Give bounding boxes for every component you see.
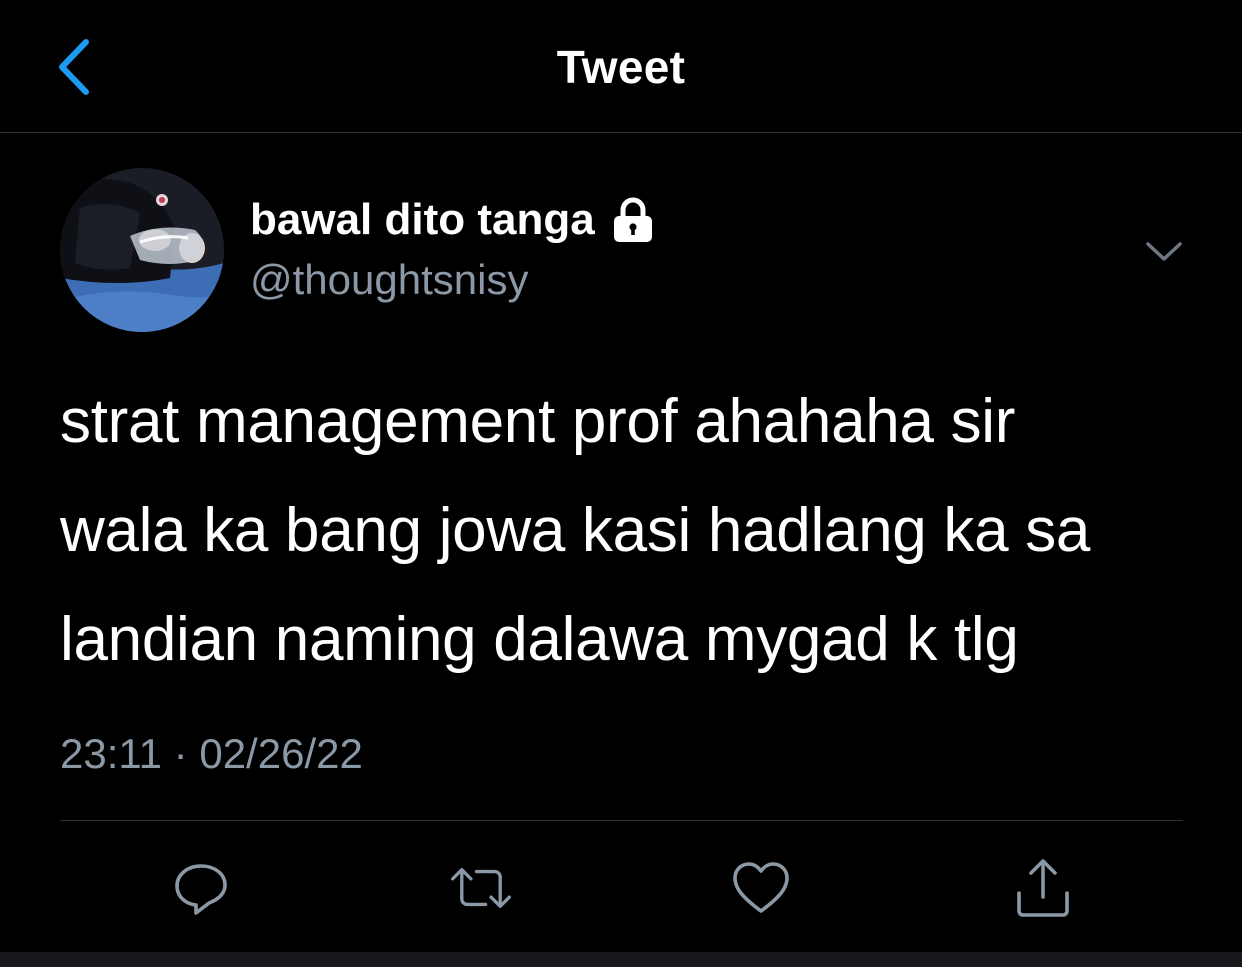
navigation-header: Tweet	[0, 0, 1242, 133]
tweet-text-line: wala ka bang jowa kasi hadlang ka sa	[60, 496, 1091, 565]
tweet-text-line: strat management prof ahahaha sir	[60, 387, 1016, 456]
like-button[interactable]	[729, 856, 793, 920]
chevron-down-icon	[1146, 242, 1182, 261]
tweet-timestamp: 23:11 · 02/26/22	[60, 730, 363, 778]
share-button[interactable]	[1011, 856, 1075, 920]
avatar-image	[60, 168, 224, 332]
divider	[60, 820, 1183, 821]
page-title: Tweet	[556, 41, 686, 93]
tweet-text: strat management prof ahahaha sir wala k…	[60, 367, 1180, 694]
retweet-button[interactable]	[449, 856, 513, 920]
author-name-row[interactable]: bawal dito tanga	[250, 195, 655, 245]
lock-icon	[613, 197, 652, 242]
more-options-button[interactable]	[1140, 232, 1188, 272]
bottom-bar	[0, 952, 1242, 967]
tweet-date: 02/26/22	[199, 730, 363, 777]
tweet-time: 23:11	[60, 730, 162, 777]
tweet-detail-screen: Tweet bawal dito tanga @thoughtsnisy str…	[0, 0, 1242, 967]
reply-icon	[175, 864, 227, 915]
meta-separator: ·	[173, 730, 188, 777]
share-icon	[1017, 859, 1069, 917]
avatar[interactable]	[60, 168, 224, 332]
tweet-text-line: landian naming dalawa mygad k tlg	[60, 605, 1019, 674]
reply-button[interactable]	[169, 856, 233, 920]
display-name[interactable]: bawal dito tanga	[250, 195, 595, 245]
user-handle[interactable]: @thoughtsnisy	[250, 256, 528, 304]
retweet-icon	[451, 868, 511, 908]
heart-icon	[733, 862, 789, 913]
